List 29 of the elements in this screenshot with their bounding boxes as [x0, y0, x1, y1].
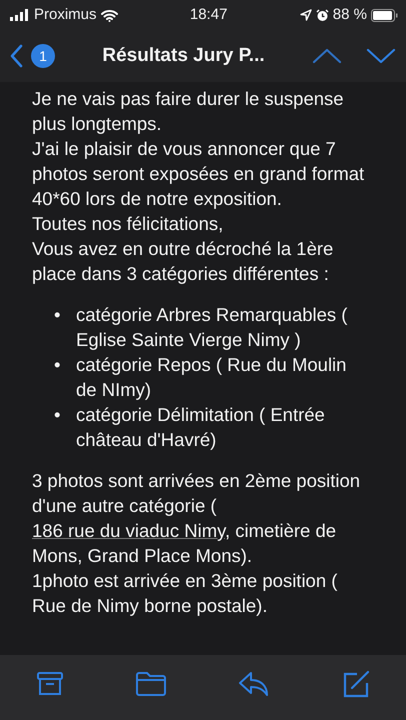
message-text: Je ne vais pas faire durer le suspense plus longtemps. — [32, 87, 345, 136]
next-message-icon[interactable] — [366, 48, 396, 64]
back-icon[interactable] — [10, 44, 23, 68]
message-text: 1photo est arrivée en 3ème position ( Rue de Nimy borne postale). — [32, 569, 338, 618]
wifi-icon — [100, 8, 118, 22]
address-link[interactable]: 186 rue du viaduc Nimy — [32, 520, 225, 541]
category-list-item: catégorie Délimitation ( Entrée château d'Havré) — [76, 403, 326, 452]
bullet-marker: • — [54, 303, 62, 327]
battery-icon — [371, 8, 398, 22]
previous-message-icon[interactable] — [312, 48, 342, 64]
signal-icon — [10, 9, 30, 21]
message-text: J'ai le plaisir de vous annoncer que 7 photos seront exposées en grand format 40*60 lors de notre exposition. — [32, 137, 366, 211]
category-list-item: catégorie Arbres Remarquables ( Eglise Sainte Vierge Nimy ) — [76, 303, 348, 352]
clock-time: 18:47 — [190, 4, 228, 25]
message-text: 3 photos sont arrivées en 2ème position d'une autre catégorie ( 186 rue du viaduc Nimy, cimetière de Mons, Grand Place Mons). — [32, 469, 362, 568]
archive-box-icon[interactable] — [36, 670, 64, 698]
bullet-marker: • — [54, 403, 62, 427]
folder-icon[interactable] — [134, 670, 166, 696]
message-text: Toutes nos félicitations, — [32, 212, 224, 236]
unread-count-badge: 1 — [31, 44, 55, 68]
reply-arrow-icon[interactable] — [238, 670, 270, 696]
message-subject-title: Résultats Jury P... — [101, 44, 266, 68]
carrier-name: Proximus — [34, 4, 97, 25]
battery-percentage: 88 % — [332, 4, 367, 25]
bullet-marker: • — [54, 353, 62, 377]
alarm-icon — [316, 8, 329, 22]
location-arrow-icon — [300, 9, 312, 21]
message-text: Vous avez en outre décroché la 1ère place dans 3 catégories différentes : — [32, 237, 334, 286]
category-list-item: catégorie Repos ( Rue du Moulin de NImy) — [76, 353, 348, 402]
